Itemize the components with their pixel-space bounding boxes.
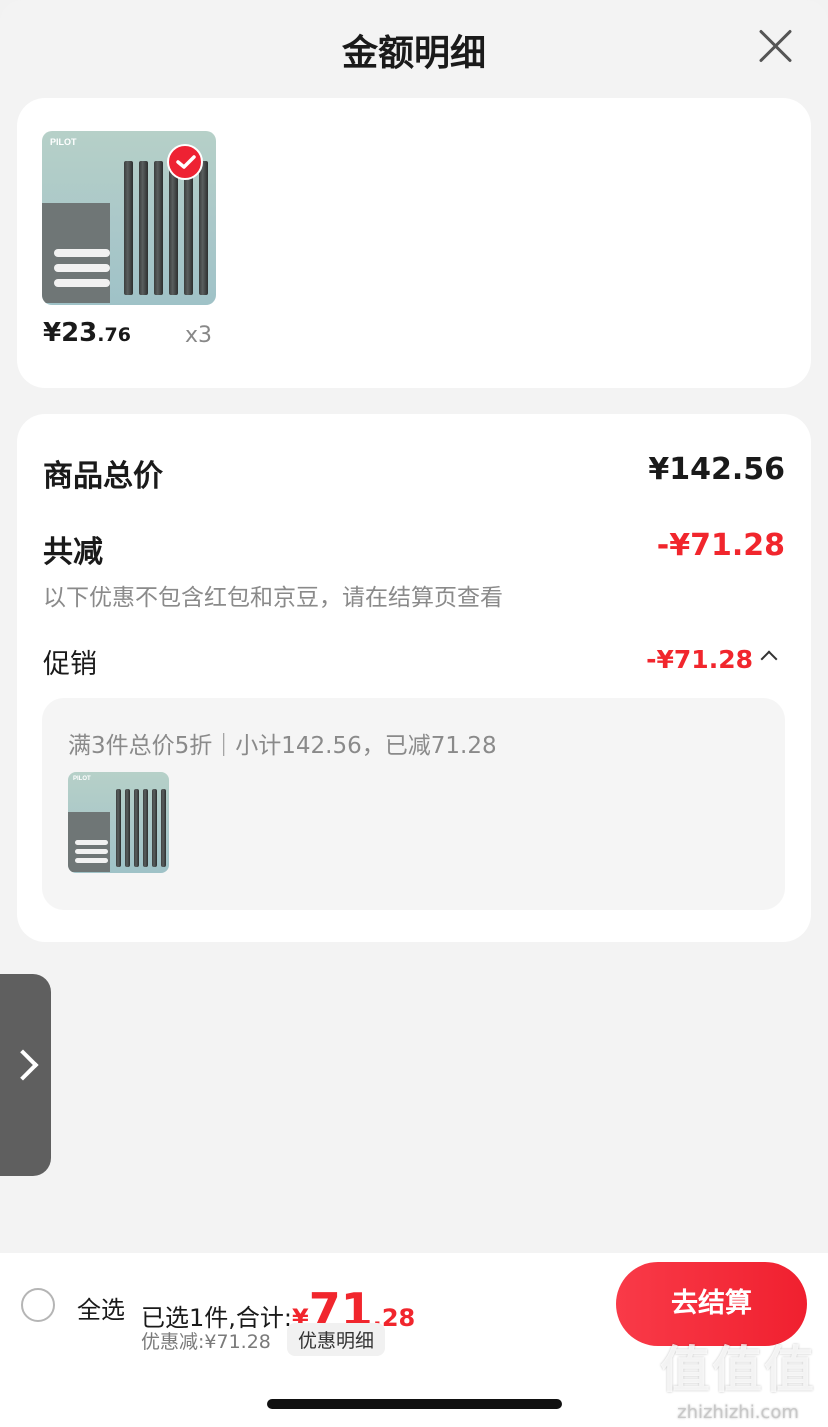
pen-image	[125, 789, 130, 867]
side-expand-tab[interactable]	[0, 974, 51, 1176]
thumbnail-pill	[75, 840, 108, 845]
close-icon[interactable]	[756, 26, 794, 64]
pen-image	[124, 161, 133, 295]
price-summary-card: 商品总价 ¥142.56 共减 -¥71.28 以下优惠不包含红包和京豆，请在结…	[17, 414, 811, 942]
home-indicator	[267, 1399, 562, 1409]
reduction-value: -¥71.28	[656, 528, 785, 563]
pen-image	[154, 161, 163, 295]
pen-image	[139, 161, 148, 295]
select-all-label[interactable]: 全选	[77, 1290, 125, 1325]
thumbnail-pill	[75, 849, 108, 854]
pen-image	[134, 789, 139, 867]
total-price-label: 商品总价	[43, 459, 163, 494]
total-price-value: ¥142.56	[648, 452, 785, 487]
brand-logo: PILOT	[50, 137, 77, 147]
thumbnail-pill	[54, 249, 110, 257]
brand-logo: PILOT	[73, 776, 91, 782]
product-price: ¥23.76	[43, 318, 131, 348]
promotion-label: 促销	[43, 649, 97, 680]
pen-image	[184, 161, 193, 295]
promotion-description: 满3件总价5折｜小计142.56，已减71.28	[68, 733, 497, 759]
checkout-bar: 全选 已选1件,合计:¥71.28 优惠减:¥71.28 优惠明细 去结算 值值…	[0, 1253, 828, 1427]
product-card: PILOT ¥23.76 x3	[17, 98, 811, 388]
discount-detail-link[interactable]: 优惠明细	[287, 1323, 386, 1356]
promotion-value[interactable]: -¥71.28	[646, 645, 753, 674]
pen-image	[143, 789, 148, 867]
pen-image	[152, 789, 157, 867]
pen-image	[169, 161, 178, 295]
pen-image	[199, 161, 208, 295]
promotion-product-thumbnail[interactable]: PILOT	[68, 772, 169, 873]
product-quantity: x3	[185, 323, 213, 348]
price-cents: .76	[97, 324, 131, 346]
reduction-note: 以下优惠不包含红包和京豆，请在结算页查看	[43, 585, 503, 611]
price-main: ¥23	[43, 318, 98, 348]
discount-text: 优惠减:¥71.28	[141, 1331, 271, 1353]
amount-detail-sheet: 金额明细 PILOT ¥23.76 x3 商品总价 ¥142.56 共减 -¥7…	[0, 0, 828, 1427]
pen-image	[116, 789, 121, 867]
chevron-right-icon	[7, 1049, 39, 1081]
sheet-title: 金额明细	[341, 33, 486, 74]
chevron-up-icon[interactable]	[760, 650, 778, 668]
site-watermark: 值值值 zhizhizhi.com	[660, 1330, 816, 1423]
select-all-checkbox[interactable]	[21, 1288, 55, 1322]
pen-image	[161, 789, 166, 867]
reduction-label: 共减	[43, 535, 103, 570]
selected-check-icon	[167, 144, 203, 180]
watermark-url: zhizhizhi.com	[677, 1402, 799, 1423]
thumbnail-pill	[75, 858, 108, 863]
sheet-header: 金额明细	[0, 0, 828, 92]
watermark-logo: 值值值	[660, 1341, 816, 1399]
thumbnail-pill	[54, 279, 110, 287]
promotion-detail-box: 满3件总价5折｜小计142.56，已减71.28 PILOT	[42, 698, 785, 910]
thumbnail-pill	[54, 264, 110, 272]
